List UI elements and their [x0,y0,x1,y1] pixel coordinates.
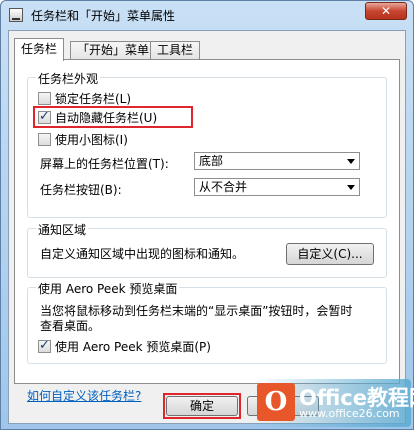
group-title-appearance: 任务栏外观 [36,70,101,87]
taskbar-buttons-value: 从不合并 [199,180,248,194]
lock-taskbar-label: 锁定任务栏(L) [55,91,132,106]
taskbar-buttons-select[interactable]: 从不合并 [194,178,360,196]
taskbar-position-label: 屏幕上的任务栏位置(T): [40,157,169,171]
autohide-checkbox[interactable] [38,109,51,124]
aero-description-line2: 查看桌面。 [40,319,101,333]
customize-button[interactable]: 自定义(C)... [286,243,374,265]
small-icons-option[interactable]: 使用小图标(I) [38,131,128,147]
tab-start-menu[interactable]: 「开始」菜单 [70,41,157,60]
title-bar: 任务栏和「开始」菜单属性 ✕ [1,1,413,29]
help-link[interactable]: 如何自定义该任务栏? [27,387,141,404]
group-aero-peek: 使用 Aero Peek 预览桌面 当您将鼠标移动到任务栏末端的“显示桌面”按钮… [27,280,387,364]
dialog-window: 任务栏和「开始」菜单属性 ✕ 任务栏 「开始」菜单 工具栏 任务栏外观 锁定任务… [0,0,414,430]
watermark-overlay: O Office教程网 www.office26.com [253,379,414,427]
aero-peek-checkbox[interactable] [38,338,51,353]
watermark-url: www.office26.com [299,407,400,420]
taskbar-position-value: 底部 [199,154,224,168]
autohide-taskbar-option[interactable]: 自动隐藏任务栏(U) [38,109,157,125]
tab-taskbar[interactable]: 任务栏 [14,38,65,61]
small-icons-checkbox[interactable] [38,132,51,146]
small-icons-label: 使用小图标(I) [55,132,128,147]
tab-toolbars[interactable]: 工具栏 [150,41,201,60]
group-taskbar-appearance: 任务栏外观 锁定任务栏(L) 自动隐藏任务栏(U) 使用小图标(I) 屏幕上的任… [27,70,387,218]
lock-taskbar-option[interactable]: 锁定任务栏(L) [38,90,131,106]
group-title-notification: 通知区域 [36,221,89,238]
ok-button[interactable]: 确定 [166,396,238,416]
window-title: 任务栏和「开始」菜单属性 [31,9,176,23]
chevron-down-icon [347,159,355,164]
group-title-aero: 使用 Aero Peek 预览桌面 [36,280,180,297]
notification-description: 自定义通知区域中出现的图标和通知。 [40,247,245,261]
taskbar-buttons-label: 任务栏按钮(B): [40,183,122,197]
dialog-client-area: 任务栏 「开始」菜单 工具栏 任务栏外观 锁定任务栏(L) 自动隐藏任务栏(U) [8,30,406,424]
taskbar-position-select[interactable]: 底部 [194,152,360,170]
aero-peek-option[interactable]: 使用 Aero Peek 预览桌面(P) [38,338,211,354]
close-button[interactable]: ✕ [365,2,407,20]
office-logo-icon: O [257,383,295,421]
group-notification-area: 通知区域 自定义通知区域中出现的图标和通知。 自定义(C)... [27,221,387,278]
aero-peek-label: 使用 Aero Peek 预览桌面(P) [55,339,211,354]
lock-taskbar-checkbox[interactable] [38,91,51,105]
tab-panel-taskbar: 任务栏外观 锁定任务栏(L) 自动隐藏任务栏(U) 使用小图标(I) 屏幕上的任… [14,59,400,403]
taskbar-icon [9,8,23,22]
autohide-label: 自动隐藏任务栏(U) [55,110,158,125]
chevron-down-icon [347,185,355,190]
